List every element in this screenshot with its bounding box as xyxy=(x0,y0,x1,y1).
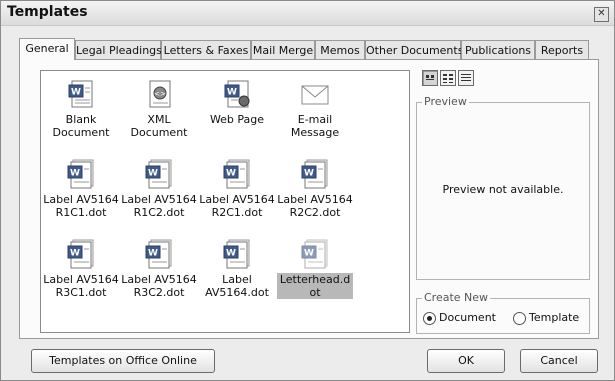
template-item[interactable]: W Blank Document xyxy=(43,79,119,139)
template-item[interactable]: W Label AV5164.dot xyxy=(199,239,275,299)
xml-document-icon: <> xyxy=(149,80,171,108)
template-label: Label AV5164 R1C1.dot xyxy=(43,193,119,219)
word-template-icon: W xyxy=(223,159,250,189)
word-template-icon: W xyxy=(67,159,94,189)
template-label: Label AV5164.dot xyxy=(205,273,269,299)
template-label: Web Page xyxy=(209,113,265,126)
svg-text:W: W xyxy=(227,88,237,98)
template-item[interactable]: W Label AV5164 R1C1.dot xyxy=(43,159,119,219)
radio-checked-icon xyxy=(423,311,436,325)
svg-text:W: W xyxy=(304,249,314,259)
web-page-icon: W xyxy=(224,80,250,108)
svg-text:W: W xyxy=(71,88,81,98)
general-tab-panel: W Blank Document <> XML Document W Web P… xyxy=(19,59,599,339)
svg-text:W: W xyxy=(70,169,80,179)
details-view-icon[interactable] xyxy=(458,70,474,86)
template-item[interactable]: W Label AV5164 R3C2.dot xyxy=(121,239,197,299)
word-template-icon: W xyxy=(145,159,172,189)
create-new-group: Create New Document Template xyxy=(416,291,590,334)
word-template-icon: W xyxy=(145,239,172,269)
template-label: Label AV5164 R1C2.dot xyxy=(121,193,197,219)
radio-document-label: Document xyxy=(439,311,496,324)
close-icon[interactable]: ✕ xyxy=(594,7,609,22)
template-label: XML Document xyxy=(130,113,188,139)
radio-document[interactable]: Document xyxy=(423,311,496,325)
preview-message: Preview not available. xyxy=(442,183,564,196)
template-item-selected[interactable]: W Letterhead.dot xyxy=(277,239,353,299)
svg-text:W: W xyxy=(148,169,158,179)
svg-text:<>: <> xyxy=(154,90,166,98)
title-bar: Templates ✕ xyxy=(1,1,614,26)
tab-publications[interactable]: Publications xyxy=(461,40,535,60)
word-template-icon: W xyxy=(223,239,250,269)
template-item[interactable]: W Label AV5164 R2C1.dot xyxy=(199,159,275,219)
svg-text:W: W xyxy=(226,169,236,179)
template-label: Label AV5164 R2C1.dot xyxy=(199,193,275,219)
large-icons-view-icon[interactable] xyxy=(422,70,438,86)
template-label: Label AV5164 R3C1.dot xyxy=(43,273,119,299)
word-template-icon: W xyxy=(301,239,328,269)
window-title: Templates xyxy=(7,4,88,20)
envelope-icon xyxy=(301,85,329,105)
template-item[interactable]: W Label AV5164 R3C1.dot xyxy=(43,239,119,299)
radio-template[interactable]: Template xyxy=(513,311,579,325)
templates-online-button[interactable]: Templates on Office Online xyxy=(31,349,215,373)
word-template-icon: W xyxy=(67,239,94,269)
tab-memos[interactable]: Memos xyxy=(315,40,365,60)
template-label: Label AV5164 R2C2.dot xyxy=(277,193,353,219)
tab-letters-faxes[interactable]: Letters & Faxes xyxy=(161,40,251,60)
tab-legal-pleadings[interactable]: Legal Pleadings xyxy=(75,40,162,60)
template-item[interactable]: W Label AV5164 R2C2.dot xyxy=(277,159,353,219)
template-label: Letterhead.dot xyxy=(277,273,353,299)
template-item[interactable]: W Web Page xyxy=(199,79,275,126)
svg-text:W: W xyxy=(304,169,314,179)
tab-reports[interactable]: Reports xyxy=(535,40,589,60)
create-new-label: Create New xyxy=(422,291,491,304)
template-icon-list: W Blank Document <> XML Document W Web P… xyxy=(40,70,410,333)
word-document-icon: W xyxy=(68,80,93,108)
template-item[interactable]: W Label AV5164 R1C2.dot xyxy=(121,159,197,219)
template-item[interactable]: E-mail Message xyxy=(277,79,353,139)
svg-text:W: W xyxy=(226,249,236,259)
cancel-button[interactable]: Cancel xyxy=(520,349,598,373)
template-label: Blank Document xyxy=(52,113,110,139)
tab-mail-merge[interactable]: Mail Merge xyxy=(251,40,315,60)
template-item[interactable]: <> XML Document xyxy=(121,79,197,139)
template-label: E-mail Message xyxy=(290,113,340,139)
list-view-icon[interactable] xyxy=(440,70,456,86)
templates-dialog: Templates ✕ General Legal Pleadings Lett… xyxy=(0,0,615,381)
svg-text:W: W xyxy=(148,249,158,259)
tab-other-documents[interactable]: Other Documents xyxy=(365,40,463,60)
svg-text:W: W xyxy=(70,249,80,259)
radio-unchecked-icon xyxy=(513,311,526,325)
template-label: Label AV5164 R3C2.dot xyxy=(121,273,197,299)
preview-group: Preview Preview not available. xyxy=(416,95,590,280)
word-template-icon: W xyxy=(301,159,328,189)
ok-button[interactable]: OK xyxy=(427,349,505,373)
preview-label: Preview xyxy=(422,95,469,108)
radio-template-label: Template xyxy=(529,311,580,324)
tab-general[interactable]: General xyxy=(19,38,75,60)
